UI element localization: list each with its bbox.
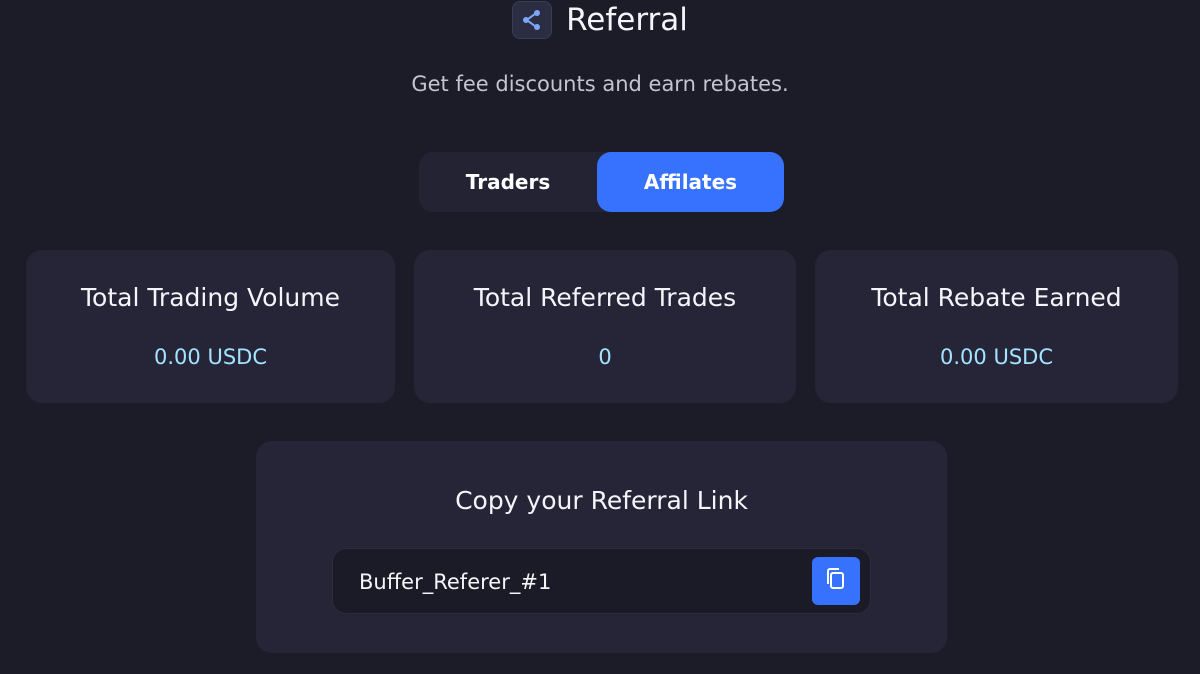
referral-link-panel: Copy your Referral Link Buffer_Referer_#… (256, 441, 947, 653)
page-subtitle: Get fee discounts and earn rebates. (411, 72, 789, 96)
header-title-group: Referral (512, 0, 688, 40)
stat-card-trading-volume: Total Trading Volume 0.00 USDC (26, 250, 395, 403)
tab-switcher: Traders Affilates (419, 152, 784, 212)
page-header: Referral (0, 0, 1200, 40)
stat-card-referred-trades: Total Referred Trades 0 (414, 250, 796, 403)
page-title: Referral (566, 2, 688, 38)
copy-link-button[interactable] (812, 557, 860, 605)
stat-card-rebate-earned: Total Rebate Earned 0.00 USDC (815, 250, 1178, 403)
copy-icon (825, 567, 847, 595)
stat-label: Total Rebate Earned (871, 283, 1122, 312)
referral-link-title: Copy your Referral Link (455, 486, 748, 515)
stat-value: 0.00 USDC (940, 345, 1053, 369)
stat-value: 0 (598, 345, 612, 369)
share-icon (512, 1, 553, 39)
referral-link-value: Buffer_Referer_#1 (359, 570, 552, 594)
stat-label: Total Referred Trades (473, 283, 737, 312)
stat-value: 0.00 USDC (154, 345, 267, 369)
tab-affiliates[interactable]: Affilates (597, 152, 784, 212)
tab-traders[interactable]: Traders (419, 152, 597, 212)
referral-link-field[interactable]: Buffer_Referer_#1 (332, 548, 871, 614)
stat-label: Total Trading Volume (81, 283, 340, 312)
